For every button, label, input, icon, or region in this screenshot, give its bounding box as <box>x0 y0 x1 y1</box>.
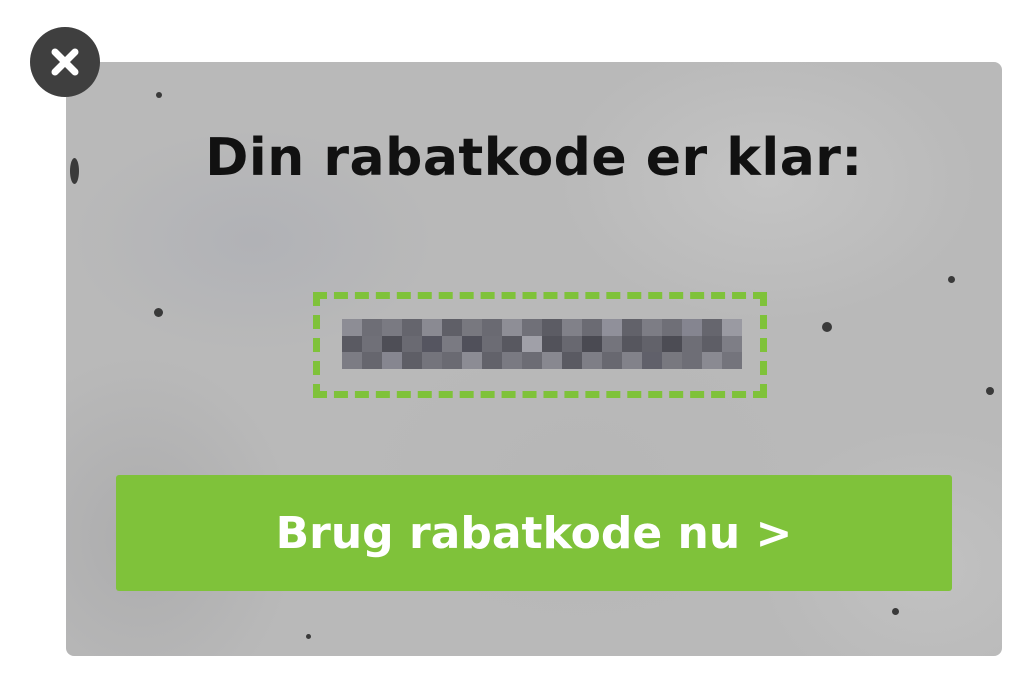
close-icon <box>51 48 79 76</box>
use-discount-code-button[interactable]: Brug rabatkode nu > <box>116 475 952 591</box>
discount-code-pixelated <box>342 319 742 369</box>
close-button[interactable] <box>30 27 100 97</box>
concrete-pore <box>306 634 311 639</box>
concrete-pore <box>892 608 899 615</box>
concrete-pore <box>986 387 994 395</box>
page-stage: Din rabatkode er klar: Brug rabatkode nu… <box>0 0 1024 679</box>
concrete-pore <box>948 276 955 283</box>
concrete-pore <box>156 92 162 98</box>
concrete-pore <box>154 308 163 317</box>
concrete-pore <box>822 322 832 332</box>
popup-headline: Din rabatkode er klar: <box>205 128 863 188</box>
discount-code-box[interactable] <box>313 292 767 398</box>
